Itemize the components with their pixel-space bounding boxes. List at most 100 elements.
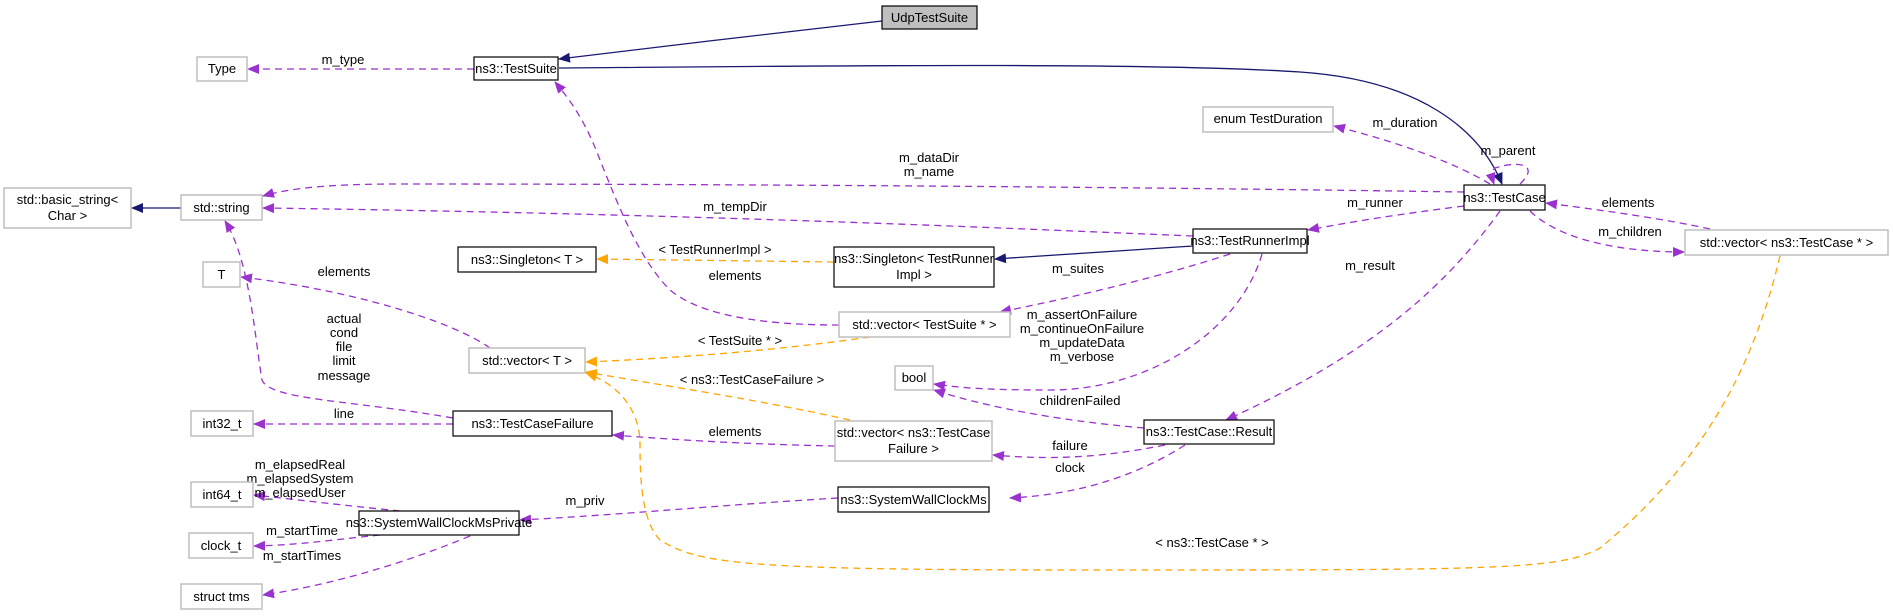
node-vector-test-case[interactable]: std::vector< ns3::TestCase * > — [1684, 229, 1889, 256]
node-label: std::vector< ns3::TestCase * > — [1700, 235, 1873, 250]
node-vector-failure[interactable]: std::vector< ns3::TestCase Failure > — [834, 420, 993, 462]
node-label: int64_t — [202, 487, 241, 502]
edge-label-m-elapsedreal: m_elapsedReal — [255, 457, 345, 472]
node-int64[interactable]: int64_t — [190, 481, 254, 508]
edge-label-m-starttime: m_startTime — [266, 523, 338, 538]
edge-singleton-template — [596, 254, 835, 265]
node-label: Failure > — [888, 441, 939, 456]
node-label: enum TestDuration — [1214, 111, 1323, 126]
nodes: UdpTestSuite ns3::TestSuite Type std::ba… — [3, 5, 1889, 610]
edge-label-elements-case: elements — [1602, 195, 1655, 210]
node-struct-tms[interactable]: struct tms — [180, 583, 263, 610]
edge-label-elements-failure: elements — [709, 424, 762, 439]
edge-label-m-updatedata: m_updateData — [1039, 335, 1125, 350]
edge-label-m-duration: m_duration — [1372, 115, 1437, 130]
node-t[interactable]: T — [202, 261, 241, 288]
edge-label-m-assertonfailure: m_assertOnFailure — [1027, 307, 1138, 322]
node-label: Char > — [48, 208, 87, 223]
node-test-case-failure[interactable]: ns3::TestCaseFailure — [452, 410, 613, 437]
node-label: ns3::TestRunnerImpl — [1190, 233, 1309, 248]
edge-label-elements-suite: elements — [709, 268, 762, 283]
node-int32[interactable]: int32_t — [190, 410, 254, 437]
edge-label-m-priv: m_priv — [565, 493, 605, 508]
edge-label-line: line — [334, 406, 354, 421]
edge-label-testcasefailure: < ns3::TestCaseFailure > — [680, 372, 825, 387]
node-singleton-runner[interactable]: ns3::Singleton< TestRunner Impl > — [833, 246, 995, 288]
edge-label-testrunnerimpl: < TestRunnerImpl > — [658, 242, 771, 257]
node-label: ns3::Singleton< TestRunner — [834, 251, 995, 266]
node-bool[interactable]: bool — [894, 365, 934, 391]
edge-label-m-tempdir: m_tempDir — [703, 199, 767, 214]
edge-label-m-continueonfailure: m_continueOnFailure — [1020, 321, 1144, 336]
node-label: std::vector< ns3::TestCase — [837, 425, 991, 440]
node-label: struct tms — [193, 589, 250, 604]
edge-udp-to-suite — [558, 20, 883, 63]
edge-label-m-elapseduser: m_elapsedUser — [254, 485, 346, 500]
node-test-case-result[interactable]: ns3::TestCase::Result — [1143, 419, 1275, 445]
edge-label-testsuite-ptr: < TestSuite * > — [698, 333, 782, 348]
edge-suite-to-case — [558, 64, 1503, 185]
edge-result-clock — [1009, 444, 1186, 503]
node-wall-clock[interactable]: ns3::SystemWallClockMs — [837, 486, 990, 513]
node-udp-test-suite[interactable]: UdpTestSuite — [881, 5, 978, 30]
node-test-case[interactable]: ns3::TestCase — [1463, 184, 1546, 211]
edge-label-m-runner: m_runner — [1347, 195, 1403, 210]
edge-vector-case-template — [585, 255, 1781, 571]
node-label: ns3::Singleton< T > — [471, 252, 583, 267]
node-singleton-t[interactable]: ns3::Singleton< T > — [457, 246, 597, 273]
node-vector-t[interactable]: std::vector< T > — [468, 347, 586, 374]
edge-case-duration — [1333, 123, 1491, 185]
node-label: int32_t — [202, 416, 241, 431]
node-test-suite[interactable]: ns3::TestSuite — [473, 56, 559, 81]
edge-case-string — [262, 183, 1465, 198]
edge-label-m-elapsedsystem: m_elapsedSystem — [247, 471, 354, 486]
edge-label-childrenfailed: childrenFailed — [1040, 393, 1121, 408]
node-vector-test-suite[interactable]: std::vector< TestSuite * > — [838, 311, 1011, 338]
edge-label-m-type: m_type — [322, 52, 365, 67]
edge-label-m-parent: m_parent — [1481, 143, 1536, 158]
edge-runner-suites — [999, 253, 1231, 315]
edge-label-cond: cond — [330, 325, 358, 340]
edge-vector-suite-elements — [554, 81, 840, 326]
node-label: UdpTestSuite — [891, 10, 968, 25]
edge-label-m-children: m_children — [1598, 224, 1662, 239]
node-label: ns3::TestCase — [1463, 190, 1545, 205]
node-label: ns3::TestCaseFailure — [471, 416, 593, 431]
node-label: std::vector< T > — [482, 353, 572, 368]
node-label: ns3::TestSuite — [475, 61, 557, 76]
edge-label-actual: actual — [327, 311, 362, 326]
node-label: ns3::SystemWallClockMsPrivate — [346, 515, 533, 530]
edge-label-testcase-ptr: < ns3::TestCase * > — [1155, 535, 1268, 550]
edge-label-m-verbose: m_verbose — [1050, 349, 1114, 364]
node-label: ns3::SystemWallClockMs — [840, 492, 987, 507]
edge-label-m-result: m_result — [1345, 258, 1395, 273]
edge-label-message: message — [318, 368, 371, 383]
node-label: Impl > — [896, 267, 932, 282]
node-label: bool — [902, 370, 927, 385]
edge-private-tms — [262, 535, 471, 599]
edge-runner-singleton — [994, 245, 1194, 264]
node-label: ns3::TestCase::Result — [1146, 424, 1273, 439]
node-label: std::basic_string< — [17, 192, 119, 207]
edge-label-m-name: m_name — [904, 164, 955, 179]
edge-label-m-starttimes: m_startTimes — [263, 548, 342, 563]
node-type[interactable]: Type — [196, 56, 248, 82]
node-basic-string[interactable]: std::basic_string< Char > — [3, 187, 132, 229]
edge-label-failure: failure — [1052, 438, 1087, 453]
node-label: clock_t — [201, 538, 242, 553]
node-label: std::vector< TestSuite * > — [852, 317, 996, 332]
node-test-runner-impl[interactable]: ns3::TestRunnerImpl — [1190, 228, 1310, 254]
node-wall-clock-private[interactable]: ns3::SystemWallClockMsPrivate — [346, 510, 533, 536]
node-label: std::string — [193, 200, 249, 215]
edge-label-clock: clock — [1055, 460, 1085, 475]
node-enum-test-duration[interactable]: enum TestDuration — [1202, 106, 1334, 133]
edge-label-file: file — [336, 339, 353, 354]
collaboration-diagram: m_type m_duration m_parent m_dataDir m_n… — [3, 5, 1889, 610]
edge-label-m-datadir: m_dataDir — [899, 150, 960, 165]
node-std-string[interactable]: std::string — [180, 194, 263, 221]
edge-vector-t-elements — [240, 273, 491, 349]
node-clock-t[interactable]: clock_t — [188, 532, 254, 559]
edge-label-m-suites: m_suites — [1052, 261, 1105, 276]
node-label: Type — [208, 61, 236, 76]
edge-label-limit: limit — [332, 353, 355, 368]
